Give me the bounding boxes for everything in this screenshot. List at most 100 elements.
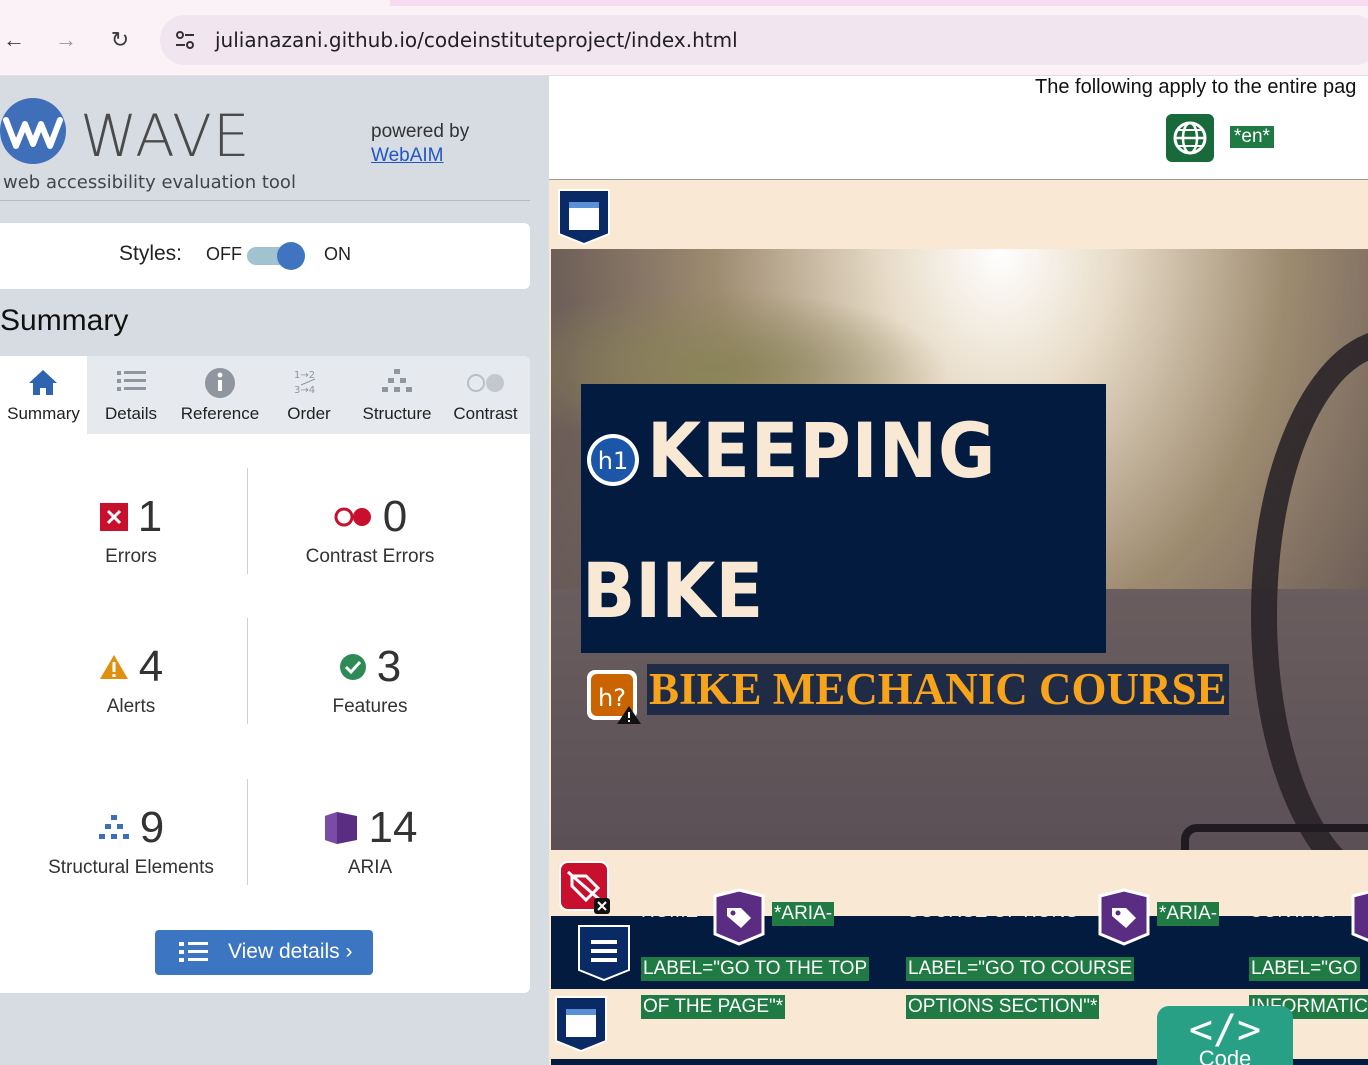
toggle-knob[interactable] <box>277 242 305 270</box>
h1-line1: KEEPING <box>647 406 997 495</box>
contrast-errors-count: 0 <box>382 492 408 541</box>
errors-label: Errors <box>105 546 157 567</box>
info-icon <box>205 368 235 398</box>
nav-item-contact[interactable]: CONTACT <box>1249 901 1339 923</box>
wave-sidebar: WAVE web accessibility evaluation tool p… <box>0 76 549 1065</box>
features-stat[interactable]: 3 Features <box>255 642 485 718</box>
error-icon <box>99 503 128 531</box>
tab-label: Contrast <box>453 404 518 423</box>
navigation-landmark-icon[interactable] <box>575 922 633 984</box>
reload-icon[interactable]: ↻ <box>106 26 134 54</box>
tab-label: Structure <box>362 404 432 423</box>
features-label: Features <box>332 696 408 717</box>
structural-stat[interactable]: 9 Structural Elements <box>16 803 246 879</box>
divider <box>247 779 248 885</box>
h1-badge-icon[interactable]: h1 <box>585 432 641 488</box>
aria-label-text: LABEL="GO TO COURSE <box>906 957 1135 981</box>
errors-stat[interactable]: 1 Errors <box>16 492 246 568</box>
aria-label-icon[interactable] <box>711 888 767 946</box>
aria-label-text: *ARIA- <box>772 902 835 926</box>
code-toggle-button[interactable]: </> Code <box>1157 1006 1293 1065</box>
aria-label-icon[interactable] <box>1096 888 1152 946</box>
page-level-annotations: The following apply to the entire pag *e… <box>549 76 1368 180</box>
back-arrow-icon[interactable]: ← <box>0 26 28 54</box>
structural-count: 9 <box>139 803 165 852</box>
styles-toggle[interactable] <box>247 242 305 270</box>
h1-line2: BIKE <box>582 546 764 635</box>
svg-text:3→4: 3→4 <box>294 385 315 396</box>
list-icon <box>179 942 208 962</box>
tab-reference[interactable]: Reference <box>175 356 265 434</box>
styles-toggle-panel: Styles: OFF ON <box>0 223 530 289</box>
structure-icon <box>382 369 412 392</box>
tab-label: Order <box>287 404 331 423</box>
tab-structure[interactable]: Structure <box>353 356 441 434</box>
errors-count: 1 <box>137 492 163 541</box>
h2-heading: BIKE MECHANIC COURSE <box>647 664 1229 715</box>
site-settings-icon[interactable] <box>174 29 196 51</box>
h2-alert-badge-icon[interactable]: h? <box>585 668 643 726</box>
header-landmark-icon[interactable] <box>555 186 613 248</box>
divider <box>0 200 530 201</box>
tab-order[interactable]: 1→2 3→4 Order <box>265 356 353 434</box>
nav-item-home[interactable]: HOME <box>641 901 698 923</box>
alerts-stat[interactable]: 4 Alerts <box>16 642 246 718</box>
active-tab[interactable] <box>0 0 390 6</box>
wave-tabs: Summary Details Reference 1→2 3→4 Order <box>0 356 530 434</box>
divider <box>247 618 248 724</box>
page-preview: The following apply to the entire pag *e… <box>549 76 1368 1065</box>
structure-icon <box>98 815 129 839</box>
aria-label-text: *ARIA- <box>1157 902 1220 926</box>
svg-text:1→2: 1→2 <box>294 370 315 381</box>
forward-arrow-icon[interactable]: → <box>52 26 80 54</box>
alerts-label: Alerts <box>106 696 156 717</box>
contrast-errors-label: Contrast Errors <box>305 546 435 567</box>
tab-details[interactable]: Details <box>87 356 175 434</box>
alerts-count: 4 <box>138 642 164 691</box>
webaim-link[interactable]: WebAIM <box>371 145 444 166</box>
powered-by-text: powered by <box>371 121 470 142</box>
view-details-button[interactable]: View details › <box>155 930 373 975</box>
page-note: The following apply to the entire pag <box>1035 76 1357 98</box>
aria-label: ARIA <box>347 857 393 878</box>
tab-summary[interactable]: Summary <box>0 356 87 434</box>
hero-bike-pedal <box>1181 824 1368 850</box>
aria-label-text: OPTIONS SECTION"* <box>906 995 1100 1019</box>
wave-title: WAVE <box>80 102 251 170</box>
styles-on-label: ON <box>324 244 351 264</box>
tab-label: Details <box>105 404 157 423</box>
error-tag-icon[interactable] <box>558 860 612 916</box>
url-text[interactable]: julianazani.github.io/codeinstituteproje… <box>215 28 738 52</box>
features-count: 3 <box>376 642 402 691</box>
language-label: *en* <box>1230 126 1274 148</box>
main-landmark-icon[interactable] <box>552 993 610 1055</box>
aria-label-text: LABEL="GO <box>1249 957 1360 981</box>
aria-label-text: LABEL="GO TO THE TOP <box>641 957 870 981</box>
code-label: Code <box>1198 1046 1252 1065</box>
view-details-label: View details › <box>228 940 353 963</box>
h2-badge-text: h? <box>598 684 626 712</box>
styles-off-label: OFF <box>206 244 242 264</box>
alert-icon <box>99 655 128 679</box>
feature-icon <box>339 654 366 680</box>
divider <box>247 468 248 574</box>
tab-label: Reference <box>180 404 260 423</box>
aria-label-text: OF THE PAGE"* <box>641 995 786 1019</box>
aria-stat[interactable]: 14 ARIA <box>255 803 485 879</box>
aria-label-icon[interactable] <box>1349 888 1368 946</box>
nav-item-course-options[interactable]: COURSE OPTIONS <box>906 901 1078 923</box>
h1-badge-text: h1 <box>598 447 628 475</box>
summary-heading: Summary <box>0 304 129 337</box>
powered-by: powered by WebAIM <box>371 120 469 168</box>
styles-label: Styles: <box>119 242 183 265</box>
home-icon <box>29 370 57 395</box>
summary-panel: 1 Errors 0 Contrast Errors 4 Alerts 3 Fe… <box>0 434 530 993</box>
language-icon[interactable] <box>1166 114 1214 162</box>
contrast-errors-stat[interactable]: 0 Contrast Errors <box>255 492 485 568</box>
contrast-error-icon <box>334 507 371 527</box>
address-bar[interactable]: julianazani.github.io/codeinstituteproje… <box>160 15 1368 65</box>
contrast-icon <box>467 374 504 392</box>
aria-count: 14 <box>368 803 418 852</box>
structural-label: Structural Elements <box>48 857 214 878</box>
tab-contrast[interactable]: Contrast <box>441 356 530 434</box>
